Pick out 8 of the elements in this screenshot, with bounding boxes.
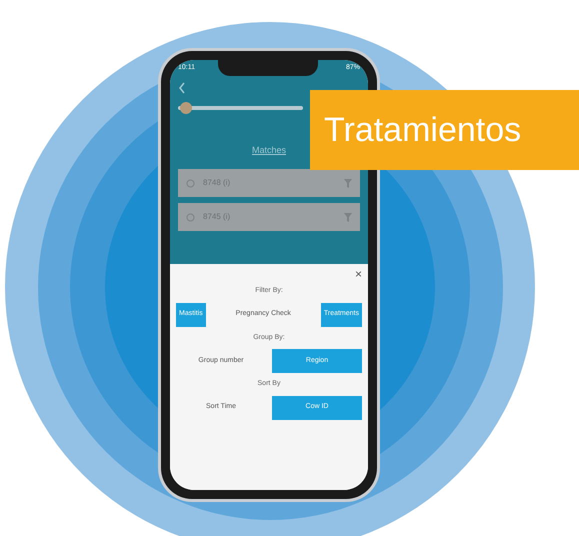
filter-icon <box>344 178 352 188</box>
slider[interactable] <box>178 102 303 114</box>
list-title: Matches <box>250 144 287 156</box>
banner-title: Tratamientos <box>324 110 522 150</box>
slider-thumb[interactable] <box>180 102 192 114</box>
back-icon <box>178 82 186 94</box>
filter-icon <box>344 212 352 222</box>
close-button[interactable]: × <box>354 268 362 280</box>
